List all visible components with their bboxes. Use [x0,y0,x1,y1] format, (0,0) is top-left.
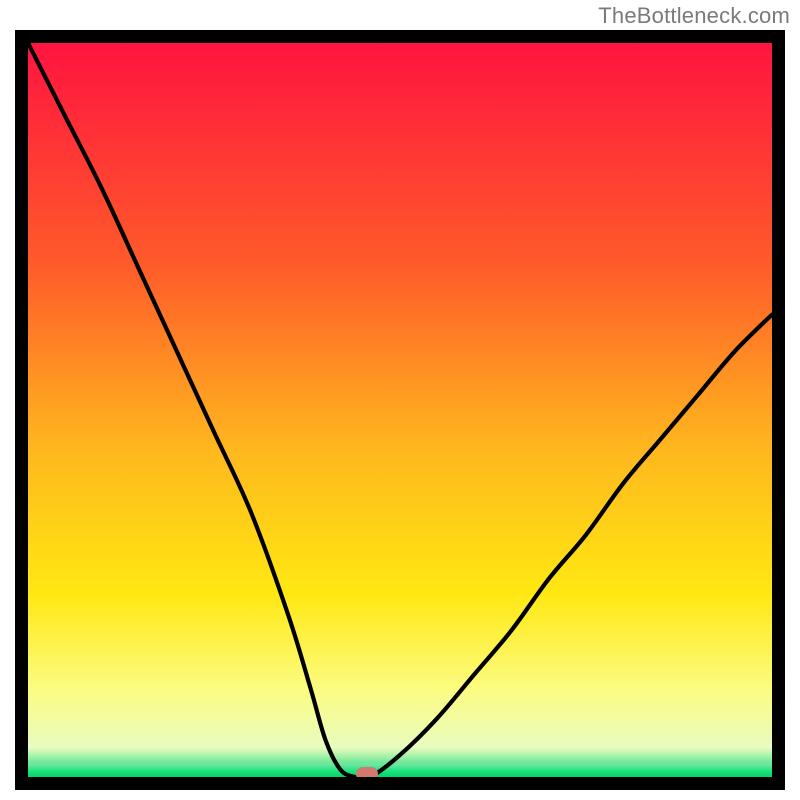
bottleneck-curve [28,43,772,777]
optimal-point-marker [356,767,378,777]
watermark-label: TheBottleneck.com [598,3,790,29]
chart-frame [15,30,785,790]
plot-area [28,43,772,777]
